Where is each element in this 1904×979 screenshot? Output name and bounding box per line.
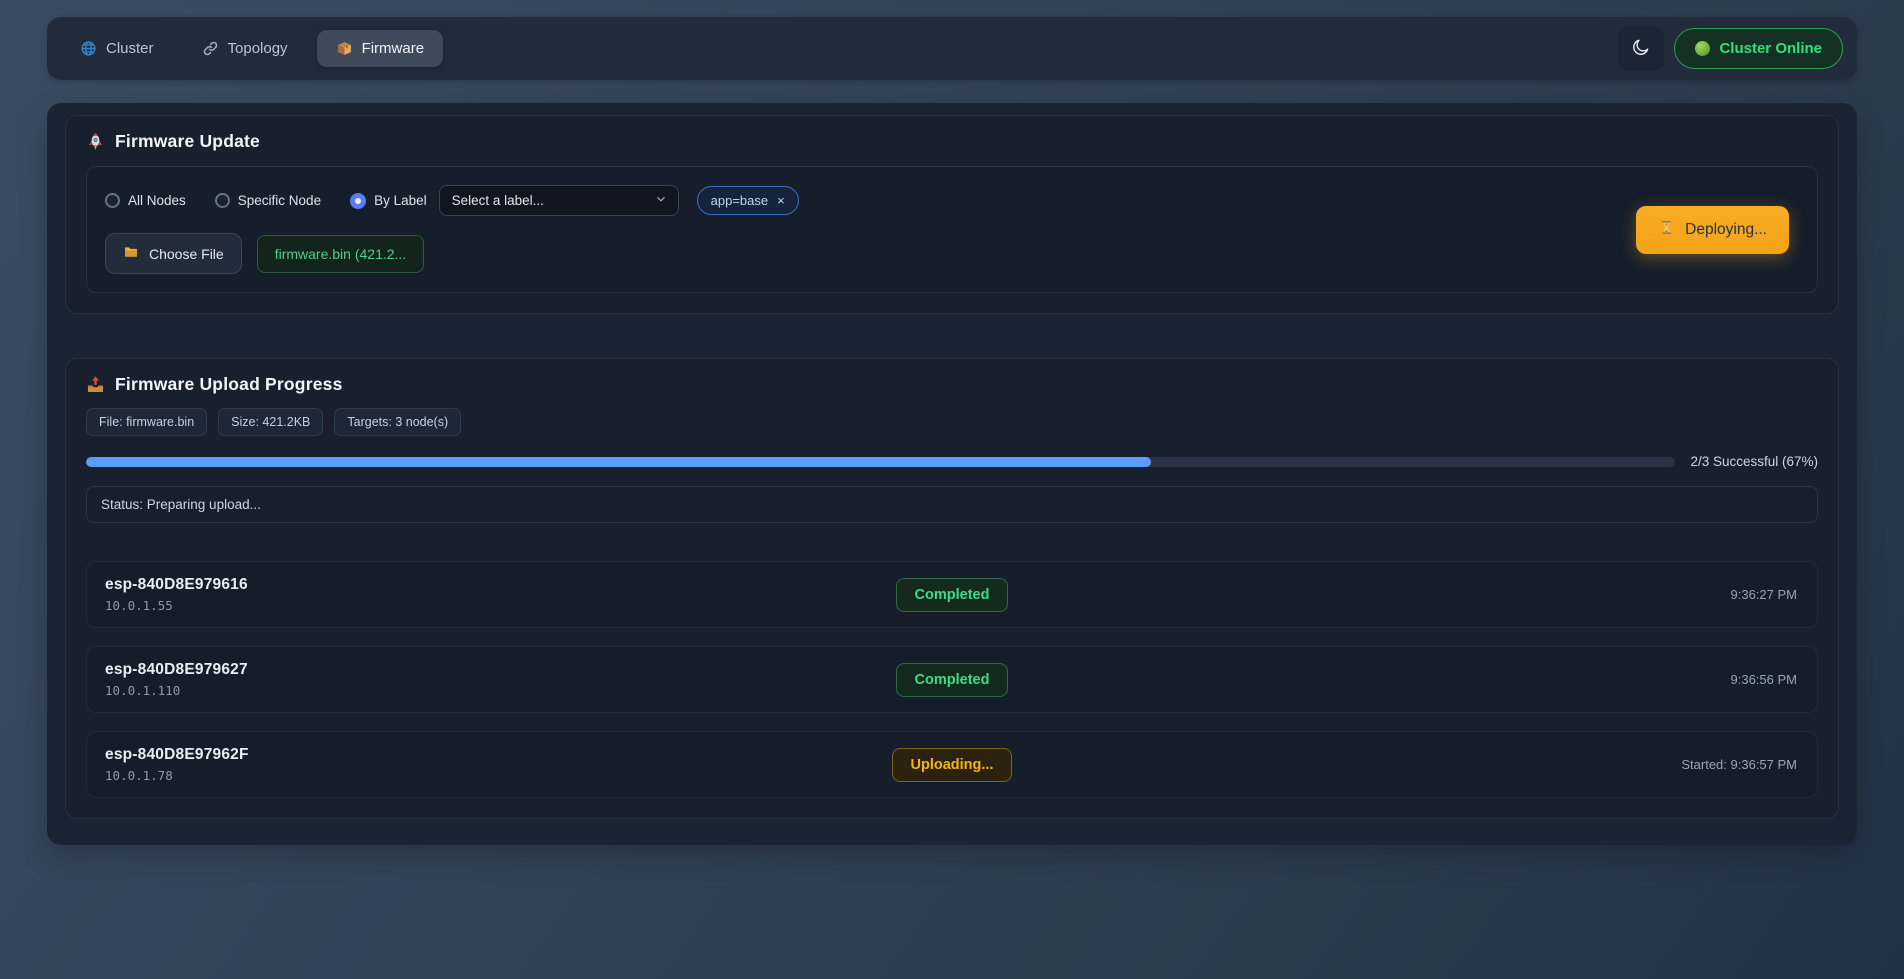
node-identity: esp-840D8E979627 10.0.1.110 (105, 661, 867, 698)
firmware-update-form: All Nodes Specific Node By Label Select … (86, 166, 1818, 293)
node-badge-wrap: Uploading... (867, 748, 1037, 782)
firmware-update-title: Firmware Update (86, 131, 1818, 152)
target-mode-row: All Nodes Specific Node By Label Select … (105, 185, 799, 216)
node-ip: 10.0.1.78 (105, 768, 867, 783)
status-message-box: Status: Preparing upload... (86, 486, 1818, 523)
progress-bar (86, 457, 1675, 467)
hourglass-icon (1658, 219, 1675, 241)
firmware-update-title-text: Firmware Update (115, 131, 260, 152)
chevron-down-icon (654, 192, 668, 209)
tab-cluster-label: Cluster (106, 40, 154, 57)
rocket-icon (86, 132, 105, 151)
node-name: esp-840D8E979627 (105, 661, 867, 679)
choose-file-button[interactable]: Choose File (105, 233, 242, 274)
node-name: esp-840D8E97962F (105, 746, 867, 764)
meta-file-badge: File: firmware.bin (86, 408, 207, 436)
node-time: 9:36:56 PM (1037, 672, 1799, 687)
tab-cluster[interactable]: Cluster (61, 30, 173, 67)
meta-targets-badge: Targets: 3 node(s) (334, 408, 461, 436)
deploy-button[interactable]: Deploying... (1636, 206, 1789, 254)
label-select-value: Select a label... (452, 193, 544, 208)
moon-icon (1631, 37, 1651, 60)
main-content: Firmware Update All Nodes Specific Node … (47, 103, 1857, 845)
upload-progress-title-text: Firmware Upload Progress (115, 374, 343, 395)
progress-row: 2/3 Successful (67%) (86, 454, 1818, 469)
node-status-badge: Completed (896, 578, 1009, 612)
top-navbar: Cluster Topology Firmware (47, 17, 1857, 80)
meta-row: File: firmware.bin Size: 421.2KB Targets… (86, 408, 1818, 436)
radio-all-nodes[interactable]: All Nodes (105, 193, 186, 208)
folder-icon (123, 244, 139, 263)
cluster-status-badge[interactable]: Cluster Online (1674, 28, 1843, 69)
form-left: All Nodes Specific Node By Label Select … (105, 185, 799, 274)
meta-size-badge: Size: 421.2KB (218, 408, 323, 436)
radio-circle (105, 193, 120, 208)
label-tag-text: app=base (711, 193, 768, 208)
progress-label: 2/3 Successful (67%) (1690, 454, 1818, 469)
node-identity: esp-840D8E979616 10.0.1.55 (105, 576, 867, 613)
link-icon (202, 40, 219, 57)
tab-topology-label: Topology (228, 40, 288, 57)
node-badge-wrap: Completed (867, 578, 1037, 612)
radio-specific-node[interactable]: Specific Node (215, 193, 321, 208)
theme-toggle-button[interactable] (1618, 27, 1664, 71)
node-row: esp-840D8E979616 10.0.1.55 Completed 9:3… (86, 561, 1818, 628)
radio-all-nodes-label: All Nodes (128, 193, 186, 208)
package-icon (336, 40, 353, 57)
radio-specific-node-label: Specific Node (238, 193, 321, 208)
node-row: esp-840D8E97962F 10.0.1.78 Uploading... … (86, 731, 1818, 798)
green-dot-icon (1695, 41, 1710, 56)
globe-icon (80, 40, 97, 57)
node-ip: 10.0.1.55 (105, 598, 867, 613)
deploy-button-label: Deploying... (1685, 221, 1767, 239)
tab-firmware[interactable]: Firmware (317, 30, 444, 67)
progress-fill (86, 457, 1151, 467)
node-badge-wrap: Completed (867, 663, 1037, 697)
node-row: esp-840D8E979627 10.0.1.110 Completed 9:… (86, 646, 1818, 713)
selected-file-chip: firmware.bin (421.2... (257, 235, 425, 273)
tab-topology[interactable]: Topology (183, 30, 307, 67)
file-row: Choose File firmware.bin (421.2... (105, 233, 799, 274)
upload-progress-card: Firmware Upload Progress File: firmware.… (65, 358, 1839, 819)
radio-by-label-label: By Label (374, 193, 427, 208)
node-status-badge: Completed (896, 663, 1009, 697)
node-name: esp-840D8E979616 (105, 576, 867, 594)
upload-progress-title: Firmware Upload Progress (86, 374, 1818, 395)
outbox-icon (86, 375, 105, 394)
node-time: 9:36:27 PM (1037, 587, 1799, 602)
node-list: esp-840D8E979616 10.0.1.55 Completed 9:3… (86, 561, 1818, 798)
node-status-badge: Uploading... (892, 748, 1013, 782)
node-identity: esp-840D8E97962F 10.0.1.78 (105, 746, 867, 783)
choose-file-label: Choose File (149, 246, 224, 262)
node-ip: 10.0.1.110 (105, 683, 867, 698)
tag-remove-icon[interactable]: × (777, 193, 785, 208)
cluster-status-label: Cluster Online (1719, 40, 1822, 57)
radio-circle (350, 193, 366, 209)
radio-by-label[interactable]: By Label (350, 193, 427, 209)
tab-firmware-label: Firmware (362, 40, 425, 57)
radio-circle (215, 193, 230, 208)
label-select[interactable]: Select a label... (439, 185, 679, 216)
label-tag-app-base[interactable]: app=base × (697, 186, 799, 215)
node-time: Started: 9:36:57 PM (1037, 757, 1799, 772)
firmware-update-card: Firmware Update All Nodes Specific Node … (65, 115, 1839, 314)
